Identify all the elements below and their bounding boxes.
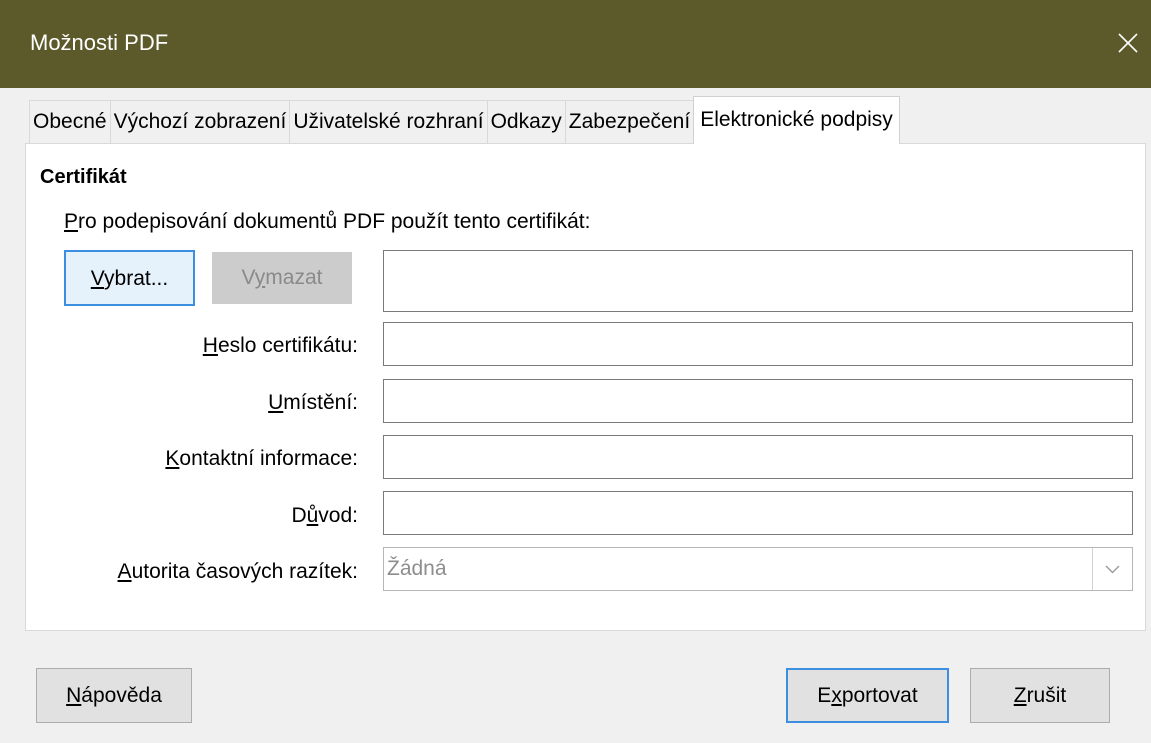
reason-label: Důvod: <box>291 504 358 527</box>
help-button[interactable]: Nápověda <box>36 668 192 723</box>
tab-digital-signatures[interactable]: Elektronické podpisy <box>693 96 900 144</box>
close-icon[interactable] <box>1113 28 1143 58</box>
certificate-hint: Pro podepisování dokumentů PDF použít te… <box>64 210 591 233</box>
tsa-label: Autorita časových razítek: <box>117 560 358 583</box>
tab-user-interface[interactable]: Uživatelské rozhraní <box>289 100 488 144</box>
tab-bar: Obecné Výchozí zobrazení Uživatelské roz… <box>29 96 900 144</box>
clear-certificate-button[interactable]: Vymazat <box>212 252 352 304</box>
password-label: Heslo certifikátu: <box>202 334 358 357</box>
signatures-panel: Certifikát Pro podepisování dokumentů PD… <box>25 143 1146 631</box>
export-button[interactable]: Exportovat <box>786 668 949 723</box>
tsa-select[interactable]: Žádná <box>383 547 1133 591</box>
title-bar: Možnosti PDF <box>0 0 1151 88</box>
tab-general[interactable]: Obecné <box>29 100 111 144</box>
section-title-certificate: Certifikát <box>40 166 127 188</box>
tsa-value: Žádná <box>387 557 447 580</box>
contact-field[interactable] <box>383 435 1133 479</box>
certificate-field[interactable] <box>383 250 1133 312</box>
reason-field[interactable] <box>383 491 1133 535</box>
location-field[interactable] <box>383 379 1133 423</box>
contact-label: Kontaktní informace: <box>165 447 358 470</box>
tab-initial-view[interactable]: Výchozí zobrazení <box>109 100 291 144</box>
cancel-button[interactable]: Zrušit <box>970 668 1110 723</box>
chevron-down-icon[interactable] <box>1092 548 1132 590</box>
window-title: Možnosti PDF <box>30 30 169 55</box>
password-field[interactable] <box>383 322 1133 366</box>
tab-links[interactable]: Odkazy <box>486 100 566 144</box>
location-label: Umístění: <box>268 391 358 414</box>
tab-security[interactable]: Zabezpečení <box>564 100 695 144</box>
select-certificate-button[interactable]: Vybrat... <box>64 250 195 306</box>
